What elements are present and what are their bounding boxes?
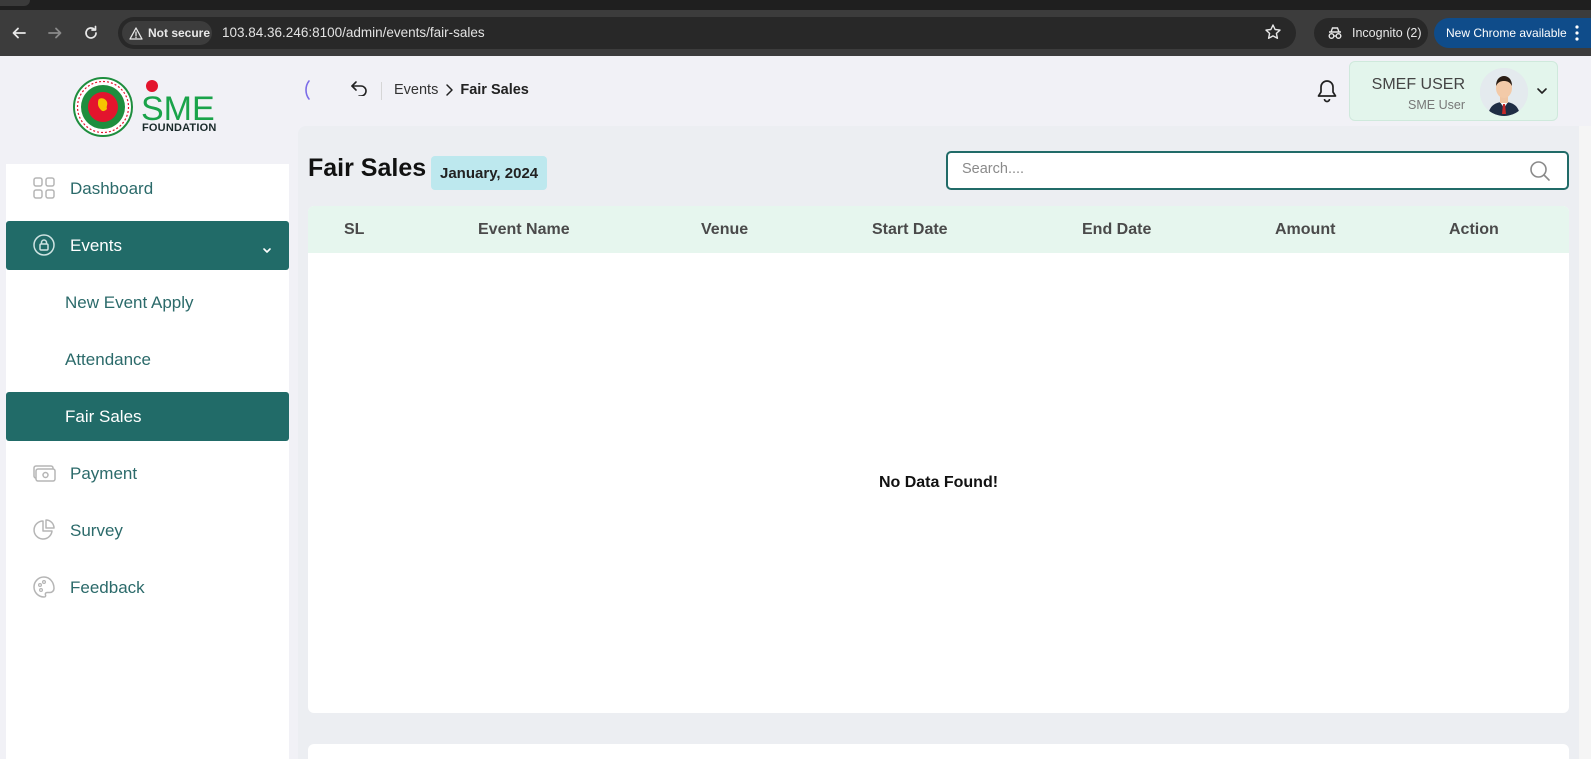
sidebar-collapse-button[interactable] [300,78,312,107]
update-chrome-button[interactable]: New Chrome available [1434,18,1591,48]
notification-bell-button[interactable] [1316,79,1338,108]
security-label: Not secure [148,26,211,40]
column-header-amount: Amount [1275,221,1336,238]
update-label: New Chrome available [1446,26,1567,40]
sidebar-item-label: Dashboard [70,179,154,198]
browser-forward-button[interactable] [44,22,66,44]
logo-subtext: FOUNDATION [142,122,217,134]
sidebar-item-survey[interactable]: Survey [6,506,289,555]
period-badge: January, 2024 [431,156,548,190]
main-content: Fair Sales January, 2024 SL Event Name V… [298,126,1591,759]
page-title: Fair Sales [308,154,427,182]
lock-circle-icon [33,234,55,256]
breadcrumb-current: Fair Sales [460,82,529,98]
grid-icon [33,177,55,199]
user-menu[interactable]: SMEF USER SME User [1349,61,1558,121]
avatar [1480,68,1528,116]
pie-chart-icon [33,519,55,540]
sme-logo-mark: SME [141,80,215,122]
search-icon[interactable] [1529,160,1551,182]
sidebar-item-payment[interactable]: Payment [6,449,289,498]
sidebar: Dashboard Events New Event Apply Attenda… [6,164,289,759]
security-chip[interactable]: Not secure [122,21,212,45]
column-header-end-date: End Date [1082,221,1152,238]
brand-logo[interactable]: SME FOUNDATION [0,56,296,156]
chevron-down-icon [263,248,271,253]
sidebar-subitem-label: Fair Sales [65,407,142,426]
sidebar-subitem-label: Attendance [65,350,152,369]
empty-state-message: No Data Found! [878,474,999,491]
bookmark-star-icon[interactable] [1264,23,1282,46]
govt-emblem-icon [73,77,133,137]
breadcrumb-parent[interactable]: Events [394,82,438,98]
chevron-right-icon [446,84,454,96]
sidebar-item-feedback[interactable]: Feedback [6,563,289,612]
vertical-scrollbar[interactable] [1579,126,1591,759]
table-header: SL Event Name Venue Start Date End Date … [308,206,1569,253]
sidebar-item-events[interactable]: Events [6,221,289,270]
breadcrumb: Events Fair Sales [394,82,529,98]
back-button[interactable] [350,80,368,101]
search-field[interactable] [946,151,1569,190]
palette-icon [33,576,55,598]
column-header-venue: Venue [701,221,749,238]
sidebar-subitem-label: New Event Apply [65,293,194,312]
more-vert-icon[interactable] [1575,25,1579,41]
browser-back-button[interactable] [8,22,30,44]
chevron-down-icon [1537,88,1547,94]
undo-arrow-icon [351,81,367,97]
column-header-start-date: Start Date [872,221,948,238]
pagination-area [308,744,1569,759]
sidebar-item-dashboard[interactable]: Dashboard [6,164,289,213]
incognito-label: Incognito (2) [1352,26,1422,40]
sidebar-subitem-new-event-apply[interactable]: New Event Apply [6,278,289,327]
user-role: SME User [1408,98,1465,112]
sidebar-item-label: Feedback [70,578,145,597]
money-icon [33,465,56,482]
browser-reload-button[interactable] [80,22,102,44]
sidebar-subitem-fair-sales[interactable]: Fair Sales [6,392,289,441]
logo-text: SME [141,90,215,122]
bell-icon [1317,80,1337,103]
search-input[interactable] [962,161,1502,177]
user-name: SMEF USER [1371,76,1465,93]
chevron-left-icon [305,80,310,100]
sidebar-item-label: Survey [70,521,123,540]
sidebar-subitem-attendance[interactable]: Attendance [6,335,289,384]
warning-icon [129,26,143,40]
sidebar-item-label: Payment [70,464,138,483]
column-header-sl: SL [344,221,365,238]
arrow-left-icon [12,27,26,39]
sales-table: SL Event Name Venue Start Date End Date … [308,206,1569,713]
column-header-action: Action [1449,221,1499,238]
sidebar-item-label: Events [70,236,122,255]
reload-icon [85,25,97,39]
user-avatar-icon [1480,68,1528,116]
divider [381,82,382,100]
incognito-indicator[interactable]: Incognito (2) [1314,18,1428,48]
address-bar[interactable]: Not secure 103.84.36.246:8100/admin/even… [118,17,1296,49]
incognito-icon [1328,27,1342,39]
browser-tab[interactable] [0,0,30,6]
browser-toolbar: Not secure 103.84.36.246:8100/admin/even… [0,10,1591,56]
browser-tab-strip [0,0,1591,10]
arrow-right-icon [48,27,62,39]
url-text: 103.84.36.246:8100/admin/events/fair-sal… [222,25,485,40]
app-root: SME FOUNDATION Dashboard Events New Even… [0,56,1591,759]
column-header-event-name: Event Name [478,221,570,238]
